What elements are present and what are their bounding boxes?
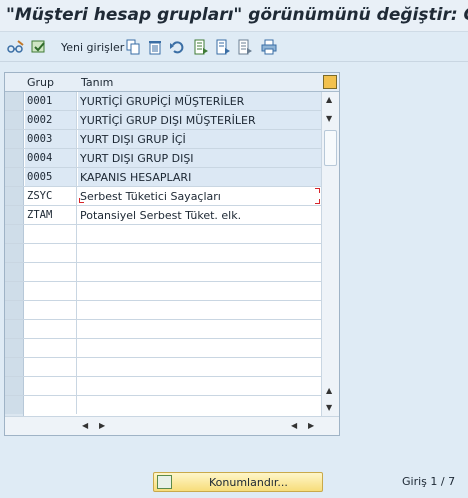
cursor-marker xyxy=(315,188,320,193)
table-row: 0001 YURTİÇİ GRUPİÇİ MÜŞTERİLER xyxy=(5,92,321,111)
empty-row[interactable] xyxy=(5,377,321,396)
position-button[interactable]: Konumlandır... xyxy=(153,472,323,492)
empty-row[interactable] xyxy=(5,244,321,263)
cell-grup: 0002 xyxy=(25,111,77,129)
horizontal-scrollbar[interactable]: ◀ ▶ ◀ ▶ xyxy=(5,416,339,435)
select-block-icon[interactable] xyxy=(214,37,232,57)
scroll-right-icon[interactable]: ▶ xyxy=(308,421,314,430)
row-selector[interactable] xyxy=(5,206,24,224)
empty-row[interactable] xyxy=(5,320,321,339)
cell-tanim[interactable]: KAPANIS HESAPLARI xyxy=(78,168,321,186)
column-header-grup[interactable]: Grup xyxy=(27,76,54,89)
table-row: 0002 YURTİÇİ GRUP DIŞI MÜŞTERİLER xyxy=(5,111,321,130)
display-change-icon[interactable] xyxy=(30,37,50,57)
cell-grup: 0001 xyxy=(25,92,77,110)
cell-tanim-input[interactable]: Potansiyel Serbest Tüket. elk. xyxy=(78,206,321,224)
cell-grup: 0003 xyxy=(25,130,77,148)
cell-grup: 0005 xyxy=(25,168,77,186)
cursor-marker xyxy=(315,199,320,204)
empty-row[interactable] xyxy=(5,339,321,358)
new-entries-button[interactable]: Yeni girişler xyxy=(61,41,124,54)
scroll-down-icon[interactable]: ▼ xyxy=(326,114,332,123)
row-selector[interactable] xyxy=(5,187,24,205)
select-all-icon[interactable] xyxy=(192,37,210,57)
row-selector[interactable] xyxy=(5,149,24,167)
print-icon[interactable] xyxy=(260,37,278,57)
empty-row[interactable] xyxy=(5,396,321,416)
column-settings-icon[interactable] xyxy=(323,75,337,89)
column-header-tanim[interactable]: Tanım xyxy=(81,76,113,89)
copy-icon[interactable] xyxy=(124,37,142,57)
table-row: ZTAM Potansiyel Serbest Tüket. elk. xyxy=(5,206,321,225)
position-icon xyxy=(157,475,172,489)
table-header: Grup Tanım xyxy=(5,73,339,92)
scroll-thumb[interactable] xyxy=(324,130,337,166)
row-selector[interactable] xyxy=(5,130,24,148)
page-down-icon[interactable]: ▼ xyxy=(326,403,332,412)
row-selector[interactable] xyxy=(5,92,24,110)
page-up-icon[interactable]: ▲ xyxy=(326,386,332,395)
empty-row[interactable] xyxy=(5,225,321,244)
page-title: "Müşteri hesap grupları" görünümünü deği… xyxy=(6,5,468,25)
table-control: Grup Tanım 0001 YURTİÇİ GRUPİÇİ MÜŞTERİL… xyxy=(4,72,340,436)
cell-tanim[interactable]: YURT DIŞI GRUP DIŞI xyxy=(78,149,321,167)
cell-grup: ZSYC xyxy=(25,187,77,205)
empty-row[interactable] xyxy=(5,263,321,282)
table-row: 0004 YURT DIŞI GRUP DIŞI xyxy=(5,149,321,168)
glasses-edit-icon[interactable] xyxy=(6,37,26,57)
row-selector[interactable] xyxy=(5,111,24,129)
empty-row[interactable] xyxy=(5,358,321,377)
cell-tanim[interactable]: YURTİÇİ GRUP DIŞI MÜŞTERİLER xyxy=(78,111,321,129)
scroll-up-icon[interactable]: ▲ xyxy=(326,95,332,104)
table-row: 0003 YURT DIŞI GRUP İÇİ xyxy=(5,130,321,149)
empty-row[interactable] xyxy=(5,282,321,301)
application-toolbar: Yeni girişler xyxy=(0,32,468,62)
table-row: 0005 KAPANIS HESAPLARI xyxy=(5,168,321,187)
vertical-scrollbar[interactable]: ▲ ▼ ▲ ▼ xyxy=(321,92,339,416)
undo-icon[interactable] xyxy=(168,37,186,57)
cell-tanim[interactable]: YURT DIŞI GRUP İÇİ xyxy=(78,130,321,148)
scroll-right-icon[interactable]: ▶ xyxy=(99,421,105,430)
table-row: ZSYC Serbest Tüketici Sayaçları xyxy=(5,187,321,206)
position-button-label: Konumlandır... xyxy=(209,476,288,489)
entry-status: Giriş 1 / 7 xyxy=(402,475,456,488)
scroll-left-icon[interactable]: ◀ xyxy=(291,421,297,430)
delete-icon[interactable] xyxy=(146,37,164,57)
cell-grup: ZTAM xyxy=(25,206,77,224)
cell-grup: 0004 xyxy=(25,149,77,167)
empty-row[interactable] xyxy=(5,301,321,320)
title-bar: "Müşteri hesap grupları" görünümünü deği… xyxy=(0,0,468,32)
cursor-marker xyxy=(79,198,84,203)
deselect-all-icon[interactable] xyxy=(236,37,254,57)
scroll-left-icon[interactable]: ◀ xyxy=(82,421,88,430)
row-selector[interactable] xyxy=(5,168,24,186)
cell-tanim-input[interactable]: Serbest Tüketici Sayaçları xyxy=(78,187,321,205)
cell-tanim[interactable]: YURTİÇİ GRUPİÇİ MÜŞTERİLER xyxy=(78,92,321,110)
